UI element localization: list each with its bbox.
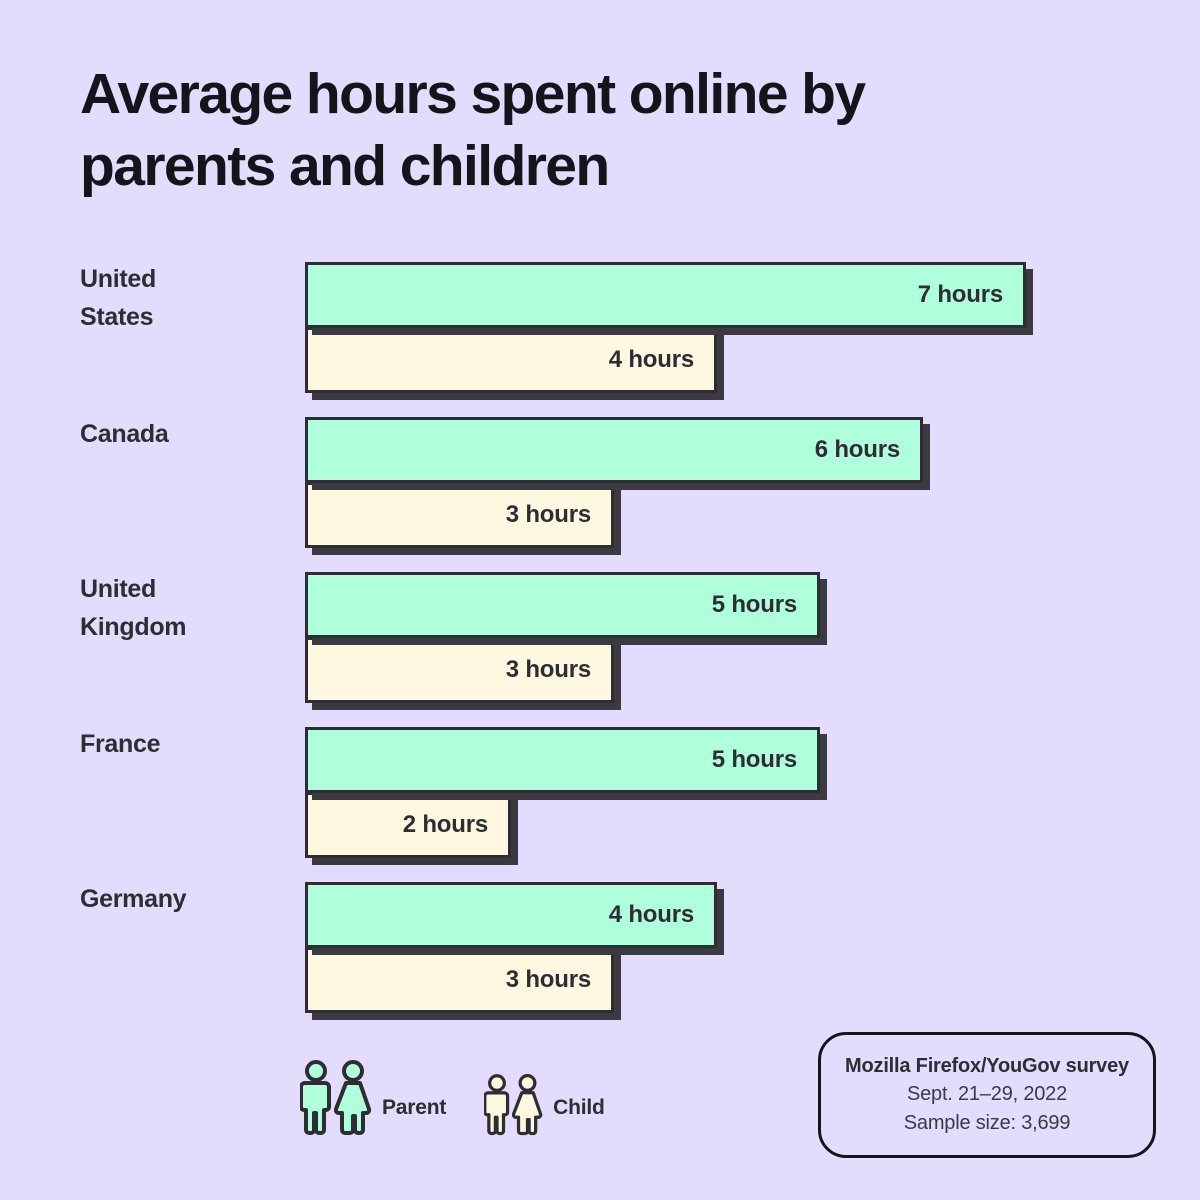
- source-note: Mozilla Firefox/YouGov survey Sept. 21–2…: [818, 1032, 1156, 1159]
- legend-label-parent: Parent: [382, 1096, 447, 1119]
- bar-child: 3 hours: [305, 482, 614, 548]
- legend-label-child: Child: [553, 1096, 605, 1119]
- bar-value-label: 3 hours: [505, 966, 591, 993]
- bar-group: 6 hours 3 hours: [305, 417, 923, 548]
- child-icons: [484, 1074, 543, 1136]
- bar-parent: 7 hours: [305, 262, 1026, 328]
- source-survey-name: Mozilla Firefox/YouGov survey: [845, 1055, 1129, 1077]
- page-title: Average hours spent online by parents an…: [80, 62, 866, 199]
- chart-row: United States 7 hours 4 hours: [0, 248, 1200, 403]
- bar-child: 4 hours: [305, 327, 717, 393]
- bar-child: 2 hours: [305, 792, 511, 858]
- legend-item-child: Child: [484, 1074, 605, 1136]
- girl-icon: [512, 1074, 543, 1136]
- man-icon: [300, 1060, 331, 1135]
- country-label: Canada: [80, 420, 169, 448]
- country-label: United States: [80, 265, 156, 331]
- woman-icon: [334, 1060, 372, 1135]
- bar-value-label: 4 hours: [608, 901, 694, 928]
- bar-parent: 5 hours: [305, 572, 820, 638]
- bar-value-label: 2 hours: [402, 811, 488, 838]
- chart-row: United Kingdom 5 hours 3 hours: [0, 558, 1200, 713]
- chart-row: Canada 6 hours 3 hours: [0, 403, 1200, 558]
- bar-group: 5 hours 3 hours: [305, 572, 820, 703]
- bar-child: 3 hours: [305, 637, 614, 703]
- bar-value-label: 4 hours: [608, 346, 694, 373]
- country-label: United Kingdom: [80, 575, 187, 641]
- bar-value-label: 7 hours: [917, 281, 1003, 308]
- bar-parent: 5 hours: [305, 727, 820, 793]
- boy-icon: [484, 1074, 510, 1136]
- chart-row: France 5 hours 2 hours: [0, 713, 1200, 868]
- bar-group: 7 hours 4 hours: [305, 262, 1026, 393]
- bar-chart-plot: United States 7 hours 4 hours Canada 6 hours…: [0, 248, 1200, 1023]
- bar-value-label: 6 hours: [814, 436, 900, 463]
- country-label: Germany: [80, 885, 187, 913]
- source-date-range: Sept. 21–29, 2022: [906, 1083, 1068, 1106]
- bar-value-label: 5 hours: [711, 746, 797, 773]
- source-sample-size: Sample size: 3,699: [903, 1111, 1071, 1134]
- parent-icons: [300, 1060, 372, 1136]
- country-label: France: [80, 730, 161, 758]
- legend-item-parent: Parent: [300, 1060, 446, 1136]
- bar-value-label: 3 hours: [505, 656, 591, 683]
- bar-value-label: 3 hours: [505, 501, 591, 528]
- bar-value-label: 5 hours: [711, 591, 797, 618]
- bar-parent: 4 hours: [305, 882, 717, 948]
- bar-group: 5 hours 2 hours: [305, 727, 820, 858]
- bar-group: 4 hours 3 hours: [305, 882, 717, 1013]
- bar-child: 3 hours: [305, 947, 614, 1013]
- bar-parent: 6 hours: [305, 417, 923, 483]
- chart-row: Germany 4 hours 3 hours: [0, 868, 1200, 1023]
- chart-legend: Parent Child: [300, 1060, 605, 1136]
